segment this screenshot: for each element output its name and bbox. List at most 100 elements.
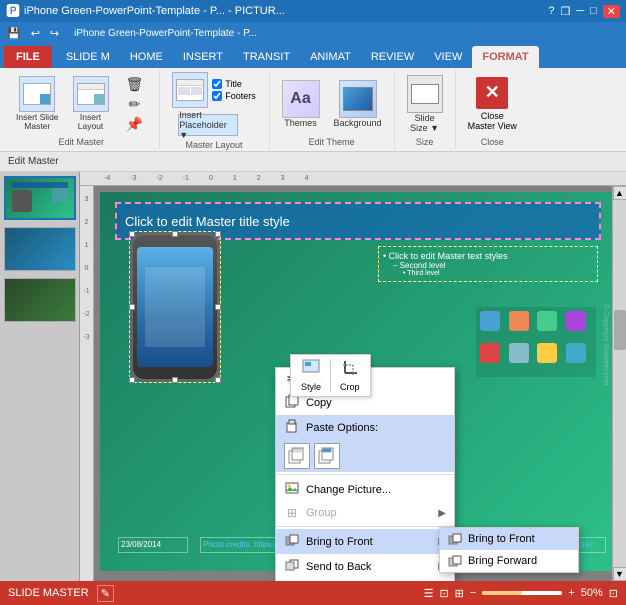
preserve-button[interactable]: 📌 bbox=[117, 115, 153, 133]
handle-bl[interactable] bbox=[129, 377, 135, 383]
master-text-styles: • Click to edit Master text styles bbox=[383, 251, 593, 261]
title-checkbox-label: Title bbox=[225, 79, 242, 89]
tab-slide-m[interactable]: SLIDE M bbox=[56, 46, 120, 68]
date-footer-box[interactable]: 23/08/2014 bbox=[118, 537, 188, 553]
scroll-thumb[interactable] bbox=[614, 310, 626, 350]
tab-file[interactable]: FILE bbox=[4, 46, 52, 68]
view-normal-icon[interactable]: ☰ bbox=[424, 587, 434, 600]
tab-home[interactable]: HOME bbox=[120, 46, 173, 68]
title-checkbox[interactable] bbox=[212, 79, 222, 89]
ribbon-group-size: SlideSize ▼ Size bbox=[395, 70, 456, 149]
scroll-up-button[interactable]: ▲ bbox=[613, 186, 626, 200]
title-checkbox-row: Title bbox=[212, 79, 256, 89]
document-title: iPhone Green-PowerPoint-Template - P... bbox=[74, 28, 257, 39]
redo-button[interactable]: ↪ bbox=[47, 26, 62, 41]
title-bar-controls[interactable]: ? ❐ ─ □ ✕ bbox=[548, 5, 620, 18]
scroll-track[interactable] bbox=[613, 200, 626, 567]
preserve-icon: 📌 bbox=[126, 117, 143, 131]
context-menu: ✂ Cut Copy bbox=[275, 367, 455, 581]
icon-grid bbox=[476, 307, 596, 377]
send-to-back-menu-item[interactable]: Send to Back ▶ bbox=[276, 554, 454, 579]
paste-use-theme-button[interactable] bbox=[314, 443, 340, 469]
handle-tl[interactable] bbox=[129, 231, 135, 237]
handle-br[interactable] bbox=[215, 377, 221, 383]
ribbon-group-master-layout: Title Footers InsertPlaceholder ▼ Master… bbox=[160, 70, 270, 149]
save-quick-button[interactable]: 💾 bbox=[4, 26, 24, 41]
insert-slide-master-button[interactable]: Insert SlideMaster bbox=[10, 74, 65, 134]
vertical-scrollbar: ▲ ▼ bbox=[612, 186, 626, 581]
restore-button[interactable]: ❐ bbox=[560, 5, 570, 18]
bring-to-front-menu-item[interactable]: Bring to Front ▶ Bring to Front bbox=[276, 529, 454, 554]
submenu-bring-to-front[interactable]: Bring to Front bbox=[440, 528, 578, 550]
selection-border bbox=[129, 231, 221, 383]
master-text-box[interactable]: • Click to edit Master text styles – Sec… bbox=[378, 246, 598, 282]
minimize-button[interactable]: ─ bbox=[576, 5, 584, 18]
send-to-back-label: Send to Back bbox=[306, 561, 371, 573]
crop-label: Crop bbox=[340, 382, 360, 392]
zoom-slider[interactable] bbox=[482, 591, 562, 595]
paste-keep-source-button[interactable] bbox=[284, 443, 310, 469]
handle-bm[interactable] bbox=[172, 377, 178, 383]
slide-size-button[interactable]: SlideSize ▼ bbox=[401, 73, 449, 135]
crop-icon bbox=[341, 359, 359, 382]
maximize-button[interactable]: □ bbox=[590, 5, 597, 18]
tab-review[interactable]: REVIEW bbox=[361, 46, 424, 68]
edit-normal-icon[interactable]: ✎ bbox=[97, 585, 114, 602]
slide-thumbnail-2[interactable] bbox=[4, 227, 76, 271]
tab-insert[interactable]: INSERT bbox=[173, 46, 233, 68]
insert-slide-master-label: Insert SlideMaster bbox=[16, 113, 59, 132]
canvas-area: -4-3-2-101234 3210-1-2-3 Click to edit M… bbox=[80, 172, 626, 581]
fit-page-icon[interactable]: ⊡ bbox=[609, 587, 618, 600]
slide-1-container: 1 bbox=[2, 176, 77, 220]
paste-options-label-row: Paste Options: bbox=[276, 415, 454, 440]
handle-tm[interactable] bbox=[172, 231, 178, 237]
view-sorter-icon[interactable]: ⊞ bbox=[455, 587, 464, 600]
slide-thumbnail-3[interactable] bbox=[4, 278, 76, 322]
handle-tr[interactable] bbox=[215, 231, 221, 237]
change-picture-menu-item[interactable]: Change Picture... bbox=[276, 477, 454, 502]
slide-2-container: 2 bbox=[2, 227, 77, 271]
zoom-out-icon[interactable]: − bbox=[470, 587, 476, 599]
second-level: – Second level bbox=[383, 261, 593, 270]
third-level: • Third level bbox=[383, 270, 593, 277]
style-toolbar-button[interactable]: Style bbox=[295, 357, 327, 394]
close-button[interactable]: ✕ bbox=[603, 5, 620, 18]
help-button[interactable]: ? bbox=[548, 5, 554, 18]
date-text: 23/08/2014 bbox=[119, 539, 163, 550]
send-to-back-icon bbox=[284, 558, 300, 575]
submenu-bring-forward[interactable]: Bring Forward bbox=[440, 550, 578, 572]
paste-options-text: Paste Options: bbox=[306, 422, 378, 434]
rename-button[interactable]: ✏ bbox=[117, 95, 153, 113]
group-icon: ⊞ bbox=[284, 506, 300, 520]
style-icon bbox=[302, 359, 320, 382]
close-group-label: Close bbox=[481, 137, 504, 147]
view-slide-icon[interactable]: ⊡ bbox=[439, 587, 448, 600]
insert-placeholder-icon: InsertPlaceholder ▼ bbox=[178, 114, 238, 136]
tab-animat[interactable]: ANIMAT bbox=[300, 46, 361, 68]
insert-layout-icon bbox=[73, 76, 109, 112]
tab-view[interactable]: VIEW bbox=[424, 46, 472, 68]
slide-thumbnail-1[interactable] bbox=[4, 176, 76, 220]
footers-checkbox[interactable] bbox=[212, 91, 222, 101]
zoom-in-icon[interactable]: + bbox=[568, 587, 574, 599]
themes-icon: Aa bbox=[282, 80, 320, 118]
footers-checkbox-row: Footers bbox=[212, 91, 256, 101]
insert-placeholder-button[interactable]: InsertPlaceholder ▼ bbox=[172, 112, 244, 138]
tab-transit[interactable]: TRANSIT bbox=[233, 46, 300, 68]
ribbon-group-edit-theme: Aa Themes Background Edit Theme bbox=[270, 70, 395, 149]
handle-ml[interactable] bbox=[129, 304, 135, 310]
delete-button[interactable]: 🗑 bbox=[117, 75, 153, 93]
themes-button[interactable]: Aa Themes bbox=[276, 78, 326, 130]
group-menu-item[interactable]: ⊞ Group ▶ bbox=[276, 502, 454, 524]
handle-mr[interactable] bbox=[215, 304, 221, 310]
scroll-down-button[interactable]: ▼ bbox=[613, 567, 626, 581]
undo-button[interactable]: ↩ bbox=[28, 26, 43, 41]
bring-to-front-submenu: Bring to Front Bring Forward bbox=[439, 527, 579, 573]
delete-icon: 🗑 bbox=[126, 77, 144, 91]
tab-format[interactable]: FORMAT bbox=[472, 46, 538, 68]
insert-layout-button[interactable]: InsertLayout bbox=[67, 74, 115, 134]
crop-toolbar-button[interactable]: Crop bbox=[334, 357, 366, 394]
close-master-view-button[interactable]: ✕ CloseMaster View bbox=[462, 75, 523, 133]
phone-image[interactable] bbox=[130, 232, 220, 382]
background-button[interactable]: Background bbox=[328, 78, 388, 130]
